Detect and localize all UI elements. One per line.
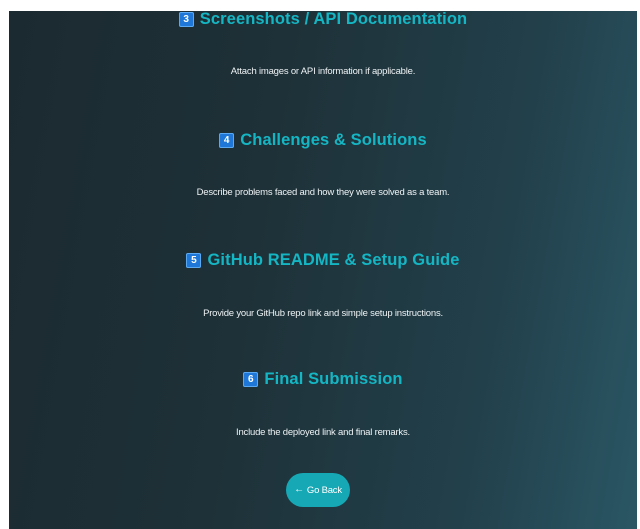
number-badge-icon: 4 [219,133,235,148]
number-badge-icon: 6 [243,372,259,387]
section-screenshots-api: 3 Screenshots / API Documentation [9,11,637,29]
section-title: Final Submission [264,370,403,388]
section-heading: 4 Challenges & Solutions [9,131,637,150]
number-badge-icon: 5 [186,253,202,268]
arrow-left-icon: ← [294,484,304,495]
section-title: Challenges & Solutions [240,131,427,149]
section-description: Include the deployed link and final rema… [236,427,410,438]
section-github-readme: 5 GitHub README & Setup Guide [9,251,637,270]
section-description: Describe problems faced and how they wer… [196,187,450,198]
section-description: Provide your GitHub repo link and simple… [203,308,443,319]
go-back-button[interactable]: ← Go Back [286,473,350,507]
section-title: GitHub README & Setup Guide [207,251,460,269]
page-content: 3 Screenshots / API Documentation Attach… [9,11,637,529]
section-heading: 6 Final Submission [9,370,637,389]
section-title: Screenshots / API Documentation [199,11,468,28]
section-final-submission: 6 Final Submission [9,370,637,389]
section-heading: 3 Screenshots / API Documentation [9,11,637,29]
go-back-label: Go Back [306,484,342,496]
number-badge-icon: 3 [178,12,194,27]
section-heading: 5 GitHub README & Setup Guide [9,251,637,270]
section-challenges-solutions: 4 Challenges & Solutions [9,131,637,150]
section-description: Attach images or API information if appl… [230,66,416,77]
